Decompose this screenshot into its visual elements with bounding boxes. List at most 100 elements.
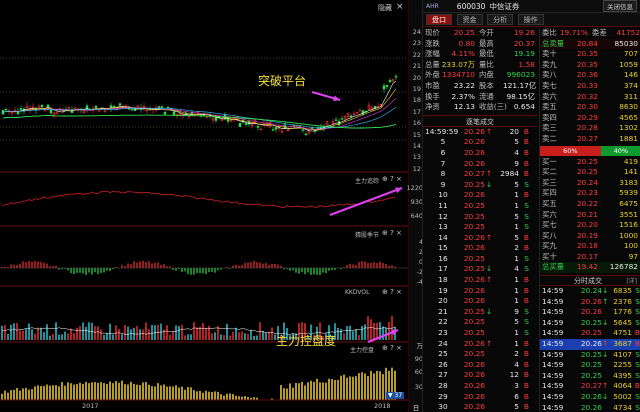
trade-row[interactable]: 15 20.26 2 B — [423, 243, 537, 254]
candle-body — [4, 108, 8, 111]
trades-list[interactable]: 14:59:59 20.26 ↑ 20 B 5 20.26 5 B 6 20.26 4 B 7 20.26 9… — [423, 127, 537, 412]
candle-body — [292, 125, 296, 127]
bid-row[interactable]: 买一 20.25 419 — [540, 157, 640, 168]
minute-trade-row[interactable]: 14:59 20.26 ↑ 2376 S — [540, 297, 640, 308]
trade-row[interactable]: 14:59:59 20.26 ↑ 20 B — [423, 127, 537, 138]
trade-row[interactable]: 9 20.25 ↓ 5 S — [423, 180, 537, 191]
minute-trade-time: 14:59 — [542, 328, 564, 338]
trade-row[interactable]: 8 20.27 ↑ 2984 B — [423, 169, 537, 180]
minute-trade-row[interactable]: 14:59 20.24 ↓ 6835 S — [540, 286, 640, 297]
minute-trade-row[interactable]: 14:59 20.25 ↓ 5645 S — [540, 318, 640, 329]
trade-volume: 20 — [509, 126, 519, 136]
bid-row[interactable]: 买七 20.20 1516 — [540, 220, 640, 231]
ask-book[interactable]: 卖十 20.35 707 卖九 20.35 1059 卖八 20.36 146 卖七 20.33 37… — [540, 49, 640, 144]
ask-row[interactable]: 卖五 20.30 8630 — [540, 102, 640, 113]
trade-row[interactable]: 5 20.26 5 B — [423, 137, 537, 148]
chart-area[interactable]: 隐藏 × 突破平台 主力控盘度 主力追踪 ⊕ ? × 猜股季节 ⊕ ? × KK… — [0, 0, 408, 412]
trade-row[interactable]: 22 20.25 5 S — [423, 317, 537, 328]
minute-trade-volume: 2376 — [613, 296, 632, 306]
tab-operation[interactable]: 操作 — [517, 14, 544, 25]
trade-row[interactable]: 26 20.26 4 B — [423, 360, 537, 371]
minute-trade-row[interactable]: 14:59 20.26 4734 S — [540, 403, 640, 412]
page-indicator[interactable]: ▼ 37 — [386, 392, 405, 399]
minute-trade-row[interactable]: 14:59 20.26 ↑ 3687 B — [540, 339, 640, 350]
trade-price: 20.26 — [463, 285, 485, 295]
trade-side: B — [523, 391, 529, 401]
trade-row[interactable]: 25 20.25 2 B — [423, 349, 537, 360]
ask-row[interactable]: 卖三 20.28 1302 — [540, 123, 640, 134]
panel-controls-season[interactable]: ⊕ ? × — [382, 229, 402, 237]
trade-row[interactable]: 16 20.25 1 S — [423, 254, 537, 265]
minute-trade-row[interactable]: 14:59 20.25 2255 S — [540, 360, 640, 371]
trade-price: 20.26 — [463, 402, 485, 412]
trade-row[interactable]: 20 20.26 1 B — [423, 296, 537, 307]
ask-row[interactable]: 卖九 20.35 1059 — [540, 60, 640, 71]
hide-button[interactable]: 隐藏 — [378, 3, 392, 13]
trade-row[interactable]: 18 20.26 ↑ 1 B — [423, 275, 537, 286]
trade-row[interactable]: 14 20.26 ↑ 5 B — [423, 233, 537, 244]
tab-handicap[interactable]: 盘口 — [426, 14, 452, 25]
trade-index: 19 — [438, 285, 448, 295]
ask-price: 20.32 — [576, 91, 598, 101]
trade-row[interactable]: 28 20.26 3 B — [423, 381, 537, 392]
trade-row[interactable]: 21 20.25 ↓ 9 S — [423, 307, 537, 318]
trade-row[interactable]: 11 20.25 1 S — [423, 201, 537, 212]
panel-controls-main-track[interactable]: ⊕ ? × — [382, 175, 402, 183]
trade-volume: 3 — [514, 381, 519, 390]
price-tick-label: 16 — [412, 119, 421, 128]
total-sell-row: 总卖量 20.84 85030 — [540, 38, 640, 50]
minute-trades-detail-button[interactable]: [详] — [626, 276, 637, 287]
minute-trade-row[interactable]: 14:59 20.26 1776 S — [540, 307, 640, 318]
stat-label: 涨跌 — [425, 38, 440, 48]
kline-chart[interactable] — [0, 0, 408, 412]
trade-row[interactable]: 17 20.25 ↓ 4 S — [423, 264, 537, 275]
minute-trade-price: 20.25 — [580, 317, 602, 327]
tab-analysis[interactable]: 分析 — [487, 14, 514, 25]
trade-volume: 5 — [514, 211, 519, 221]
bid-row[interactable]: 买三 20.24 3183 — [540, 178, 640, 189]
close-icon[interactable]: × — [396, 2, 404, 12]
candle-body — [304, 133, 308, 135]
trade-row[interactable]: 12 20.25 5 S — [423, 212, 537, 223]
nav-label[interactable]: 日 线 — [409, 402, 423, 412]
trade-row[interactable]: 23 20.25 1 S — [423, 328, 537, 339]
bid-row[interactable]: 买六 20.21 3551 — [540, 210, 640, 221]
minute-trades-list[interactable]: 14:59 20.24 ↓ 6835 S 14:59 20.26 ↑ 2376 S 14:59 20.… — [540, 286, 640, 412]
tab-funds[interactable]: 资金 — [456, 14, 483, 25]
minute-trade-row[interactable]: 14:59 20.25 4751 B — [540, 328, 640, 339]
volume-ma-line — [1, 327, 396, 335]
minute-trade-row[interactable]: 14:59 20.25 ↓ 4107 S — [540, 350, 640, 361]
bid-row[interactable]: 买八 20.19 1000 — [540, 231, 640, 242]
trade-row[interactable]: 10 20.26 1 B — [423, 190, 537, 201]
ask-row[interactable]: 卖四 20.29 4565 — [540, 113, 640, 124]
minute-trade-price: 20.25 — [580, 370, 602, 380]
close-info-button[interactable]: 关闭信息 — [603, 0, 637, 12]
trade-row[interactable]: 30 20.26 5 B — [423, 402, 537, 412]
bid-row[interactable]: 买九 20.18 100 — [540, 241, 640, 252]
bid-row[interactable]: 买二 20.25 141 — [540, 167, 640, 178]
ask-row[interactable]: 卖七 20.33 374 — [540, 81, 640, 92]
ask-row[interactable]: 卖十 20.35 707 — [540, 49, 640, 60]
panel-controls-kkdvol[interactable]: ⊕ ? × — [382, 288, 402, 296]
ask-row[interactable]: 卖六 20.32 311 — [540, 92, 640, 103]
bid-row[interactable]: 买十 20.17 97 — [540, 252, 640, 263]
panel-controls-control[interactable]: ⊕ ? × — [382, 344, 402, 352]
stat-label: 今开 — [479, 28, 494, 37]
bid-book[interactable]: 买一 20.25 419 买二 20.25 141 买三 20.24 3183 买四 20.23 59… — [540, 157, 640, 263]
trade-row[interactable]: 19 20.26 1 B — [423, 286, 537, 297]
minute-trades-title: 分时成交 — [574, 277, 602, 286]
trade-row[interactable]: 29 20.26 6 B — [423, 392, 537, 403]
trade-row[interactable]: 6 20.26 4 B — [423, 148, 537, 159]
trade-row[interactable]: 7 20.26 9 B — [423, 159, 537, 170]
minute-trade-row[interactable]: 14:59 20.26 ↓ 5002 S — [540, 392, 640, 403]
trade-row[interactable]: 24 20.26 ↑ 1 B — [423, 339, 537, 350]
trade-volume: 1 — [514, 328, 519, 338]
bid-row[interactable]: 买五 20.22 6475 — [540, 199, 640, 210]
trade-row[interactable]: 27 20.26 12 B — [423, 370, 537, 381]
ask-row[interactable]: 卖八 20.36 146 — [540, 70, 640, 81]
bid-row[interactable]: 买四 20.23 5939 — [540, 188, 640, 199]
ask-row[interactable]: 卖二 20.27 1881 — [540, 134, 640, 145]
trade-row[interactable]: 13 20.25 1 S — [423, 222, 537, 233]
minute-trade-row[interactable]: 14:59 20.25 4395 S — [540, 371, 640, 382]
minute-trade-row[interactable]: 14:59 20.27 ↑ 4064 B — [540, 381, 640, 392]
